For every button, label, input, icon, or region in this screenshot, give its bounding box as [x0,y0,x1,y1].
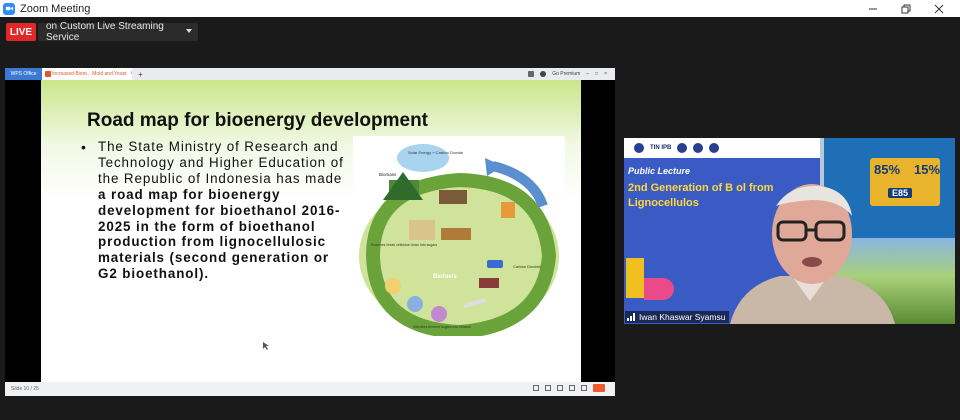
participant-name: Iwan Khaswar Syamsu [639,312,726,322]
close-button[interactable] [924,0,954,17]
wps-doc-tab-label: Increased Bioet... Mold and Yeast [52,71,127,77]
slide-body-bold: a road map for bioenergy development for… [98,186,341,282]
university-logo-icon [634,143,644,153]
partner-logo-icon [709,143,720,153]
slide-area: Road map for bioenergy development • The… [5,80,615,382]
pump-ethanol-percent: 85% [874,162,901,177]
close-tab-icon[interactable]: × [131,71,133,77]
diagram-co2-label: Carbon Dioxide [513,264,541,269]
slide-body-plain: The State Ministry of Research and Techn… [98,139,344,186]
live-badge[interactable]: LIVE [6,23,36,41]
next-slide-icon[interactable] [545,385,551,391]
wps-window-controls: Go Premium – □ × [528,68,607,80]
sorter-view-icon[interactable] [569,385,575,391]
tin-ipb-logo: TIN IPB [650,145,672,151]
wps-home-tab[interactable]: WPS Office [5,68,42,80]
mouse-cursor-icon [263,342,269,350]
background-lecture-title: Public Lecture [628,166,691,176]
live-streaming-bar: LIVE on Custom Live Streaming Service [0,17,960,49]
diagram-biomass-label: Biomass [379,172,397,177]
wps-tab-bar: WPS Office Increased Bioet... Mold and Y… [5,68,615,80]
live-service-dropdown[interactable]: on Custom Live Streaming Service [38,21,198,43]
minimize-icon[interactable]: – [586,71,589,77]
restore-button[interactable] [891,0,921,17]
close-icon [934,4,944,13]
new-tab-icon[interactable]: + [138,70,143,79]
bioenergy-cycle-diagram: Solar Energy + Carbon Dioxide Biomass Bi… [353,136,565,336]
reading-view-icon[interactable] [581,385,587,391]
close-icon[interactable]: × [604,71,607,77]
normal-view-icon[interactable] [557,385,563,391]
restore-icon[interactable]: □ [595,71,598,77]
window-title: Zoom Meeting [20,2,91,15]
bullet-marker: • [81,139,86,155]
diagram-microbes-label: Microbes ferment sugars into ethanol [413,325,471,329]
partner-logo-icon [677,143,688,153]
wps-doc-tab[interactable]: Increased Bioet... Mold and Yeast × [42,68,132,80]
participant-video-tile[interactable]: TIN IPB Public Lecture 2nd Generation of… [624,138,955,324]
pump-gasoline-percent: 15% [914,162,941,177]
partner-logo-icon [693,143,704,153]
background-logo-strip: TIN IPB [624,138,820,158]
wps-status-bar: Slide 10 / 25 [5,382,615,396]
diagram-biofuels-label: Biofuels [433,274,457,280]
wps-account-label[interactable]: Go Premium [552,71,580,77]
diagram-enzymes-label: Enzymes break cellulose down into sugars [371,243,437,247]
layout-icon[interactable] [528,71,535,77]
presentation-slide: Road map for bioenergy development • The… [41,80,581,382]
background-decoration [626,258,644,298]
audio-signal-icon [627,313,635,321]
slide-body-text: The State Ministry of Research and Techn… [98,139,348,282]
minimize-button[interactable] [858,0,888,17]
slideshow-play-button[interactable] [593,384,605,392]
participant-name-tag: Iwan Khaswar Syamsu [625,311,730,323]
live-service-label: on Custom Live Streaming Service [46,21,164,43]
chevron-down-icon [186,29,192,33]
wps-status-tools [533,384,605,392]
shared-screen: WPS Office Increased Bioet... Mold and Y… [5,68,615,396]
slide-number: Slide 10 / 25 [11,386,39,392]
background-decoration [644,278,674,300]
speaker-video [730,184,895,324]
restore-icon [901,4,911,13]
diagram-sun-label: Solar Energy + Carbon Dioxide [408,150,464,155]
prev-slide-icon[interactable] [533,385,539,391]
minimize-icon [869,8,877,9]
zoom-logo-icon [3,2,15,15]
window-titlebar: Zoom Meeting [0,0,960,17]
avatar[interactable] [540,71,547,77]
slide-title: Road map for bioenergy development [87,110,428,131]
